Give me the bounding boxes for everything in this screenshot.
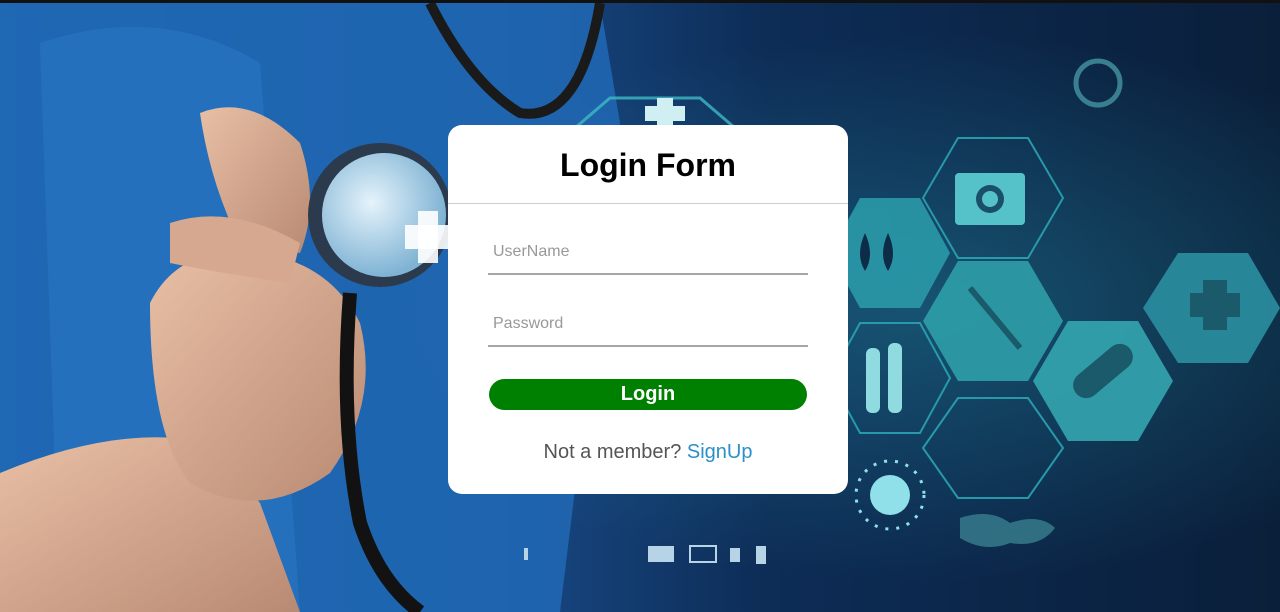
member-prompt-text: Not a member?: [543, 441, 687, 463]
virus-icon: [870, 475, 910, 515]
signup-link[interactable]: SignUp: [687, 441, 753, 463]
login-form-card: Login Form Login Not a member? SignUp: [448, 125, 848, 494]
username-input[interactable]: [488, 231, 808, 273]
login-page: >: [0, 0, 1280, 612]
login-form-title: Login Form: [448, 125, 848, 204]
login-button[interactable]: Login: [489, 379, 807, 410]
username-field-wrapper: [488, 231, 808, 275]
signup-prompt: Not a member? SignUp: [448, 441, 848, 464]
password-field-wrapper: [488, 303, 808, 347]
password-input[interactable]: [488, 303, 808, 345]
